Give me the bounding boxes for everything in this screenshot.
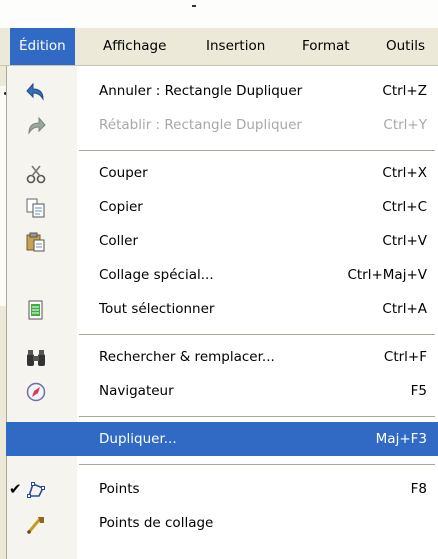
menu-item-retablir[interactable]: Rétablir : Rectangle Dupliquer Ctrl+Y bbox=[7, 108, 438, 142]
menu-item-copier[interactable]: Copier Ctrl+C bbox=[7, 190, 438, 224]
menu-separator bbox=[79, 334, 435, 335]
redo-icon bbox=[25, 115, 47, 135]
edition-menu: Annuler : Rectangle Dupliquer Ctrl+Z Rét… bbox=[6, 66, 438, 559]
menu-item-couper[interactable]: Couper Ctrl+X bbox=[7, 156, 438, 190]
menu-item-collage-special[interactable]: Collage spécial... Ctrl+Maj+V bbox=[7, 258, 438, 292]
navigator-compass-icon bbox=[25, 381, 47, 402]
undo-icon bbox=[25, 81, 47, 101]
menubar-format[interactable]: Format bbox=[302, 28, 350, 65]
copy-icon bbox=[25, 197, 47, 218]
select-all-icon bbox=[25, 299, 47, 320]
menubar-affichage[interactable]: Affichage bbox=[103, 28, 166, 65]
menu-item-annuler[interactable]: Annuler : Rectangle Dupliquer Ctrl+Z bbox=[7, 74, 438, 108]
menu-separator bbox=[79, 150, 435, 151]
menu-separator bbox=[79, 416, 435, 417]
menu-item-navigateur[interactable]: Navigateur F5 bbox=[7, 374, 438, 408]
menu-item-tout-selectionner[interactable]: Tout sélectionner Ctrl+A bbox=[7, 292, 438, 326]
window-top-strip bbox=[0, 0, 438, 28]
menubar-edition[interactable]: Édition bbox=[10, 28, 75, 65]
menu-item-coller[interactable]: Coller Ctrl+V bbox=[7, 224, 438, 258]
menu-item-points[interactable]: ✔ Points F8 bbox=[7, 472, 438, 506]
menubar-outils[interactable]: Outils bbox=[386, 28, 425, 65]
points-icon bbox=[25, 479, 47, 499]
checkmark-icon: ✔ bbox=[9, 480, 22, 498]
menu-separator bbox=[79, 464, 435, 465]
menubar-insertion[interactable]: Insertion bbox=[206, 28, 265, 65]
menu-item-points-de-collage[interactable]: Points de collage bbox=[7, 506, 438, 540]
paste-icon bbox=[25, 231, 47, 252]
binoculars-icon bbox=[25, 347, 47, 367]
menu-item-dupliquer[interactable]: Dupliquer... Maj+F3 bbox=[6, 422, 438, 456]
glue-points-icon bbox=[25, 513, 47, 534]
menubar: Édition Affichage Insertion Format Outil… bbox=[0, 28, 438, 66]
scissors-icon bbox=[25, 163, 47, 184]
menu-item-rechercher-remplacer[interactable]: Rechercher & remplacer... Ctrl+F bbox=[7, 340, 438, 374]
top-dash bbox=[192, 5, 196, 7]
